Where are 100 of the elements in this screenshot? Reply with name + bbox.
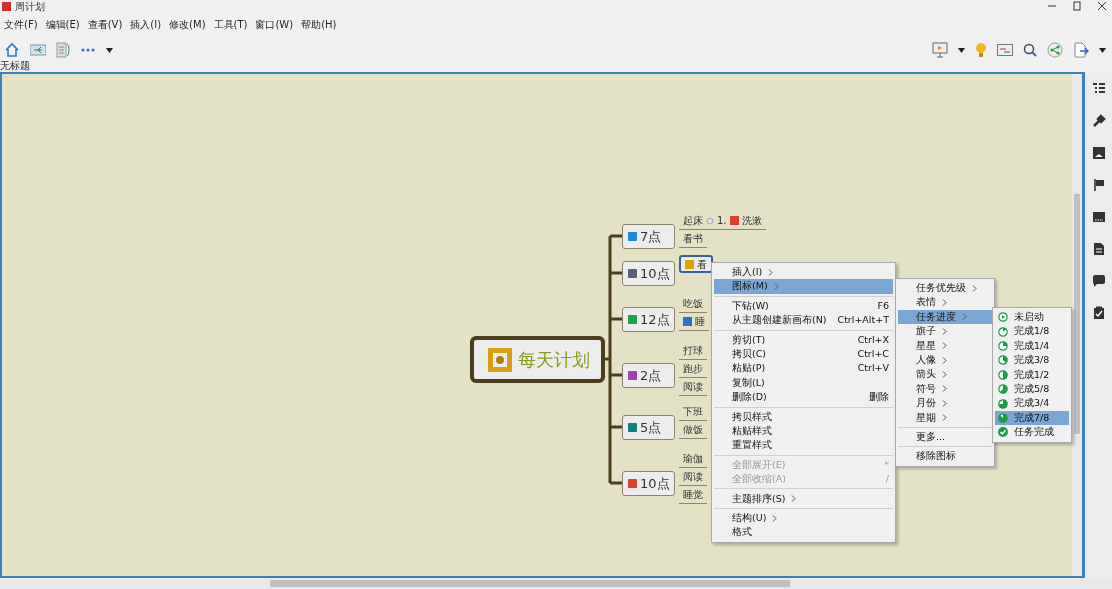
home-icon[interactable]	[4, 42, 20, 58]
menu-item[interactable]: 粘贴样式	[714, 423, 893, 439]
menu-item[interactable]: 拷贝样式	[714, 409, 893, 424]
document-tab[interactable]: 无标题	[0, 58, 30, 73]
scrollbar-thumb[interactable]	[270, 580, 790, 587]
menu-item[interactable]: 移除图标	[898, 449, 992, 464]
outline-icon[interactable]	[1091, 82, 1106, 96]
progress-pie-icon	[998, 340, 1008, 351]
brush-icon[interactable]	[1091, 114, 1106, 128]
subtopic[interactable]: 打球	[679, 342, 707, 360]
caret-icon[interactable]	[1098, 47, 1106, 53]
menu-item[interactable]: 图标(M)	[714, 279, 893, 294]
topic-node[interactable]: 2点	[622, 363, 675, 388]
menu-item[interactable]: 完成1/2	[995, 367, 1069, 382]
progress-pie-icon	[998, 398, 1008, 409]
topic-node[interactable]: 10点	[622, 261, 675, 286]
progress-pie-icon	[998, 326, 1008, 337]
note-icon[interactable]	[1091, 242, 1106, 256]
menu-item[interactable]: 完成1/8	[995, 324, 1069, 339]
subtopic[interactable]: 瑜伽	[679, 450, 707, 468]
menu-item[interactable]: 箭头	[898, 367, 992, 382]
menu-item[interactable]: 完成5/8	[995, 381, 1069, 397]
progress-pie-icon	[998, 355, 1008, 366]
subtopic[interactable]: 阅读	[679, 468, 707, 486]
subtopic[interactable]: 看	[679, 255, 713, 273]
menu-item[interactable]: 完成3/4	[995, 396, 1069, 411]
menu-item[interactable]: 更多...	[898, 429, 992, 445]
menu-item[interactable]: 插入(I)	[126, 16, 166, 32]
menu-item[interactable]: 修改(M)	[165, 16, 210, 32]
progress-pie-icon	[998, 412, 1008, 423]
app-icon	[2, 1, 11, 11]
menu-item[interactable]: 查看(V)	[83, 16, 127, 32]
menu-item[interactable]: 插入(I)	[714, 265, 893, 280]
menu-item[interactable]: 符号	[898, 381, 992, 397]
menu-item[interactable]: 结构(U)	[714, 510, 893, 526]
search-icon[interactable]	[1022, 43, 1037, 57]
subtopic-label[interactable]: 洗漱	[741, 213, 762, 228]
menu-item[interactable]: 表情	[898, 295, 992, 310]
topic-node[interactable]: 7点	[622, 224, 675, 249]
clipboard-check-icon[interactable]	[1091, 306, 1106, 320]
menu-item[interactable]: 完成7/8	[995, 410, 1069, 426]
progress-pie-icon	[998, 369, 1008, 380]
branch-icon[interactable]	[30, 44, 46, 56]
subtopic[interactable]: 睡	[679, 313, 709, 331]
menu-item[interactable]: 编辑(E)	[41, 16, 84, 32]
caret-icon[interactable]	[957, 47, 965, 53]
menu-item[interactable]: 工具(T)	[209, 16, 252, 32]
menu-item[interactable]: 帮助(H)	[297, 16, 341, 32]
restore-icon[interactable]	[1072, 1, 1082, 11]
subtopic[interactable]: 看书	[679, 230, 707, 248]
comment-icon[interactable]	[1091, 274, 1106, 288]
menu-item[interactable]: 拷贝(C) Ctrl+C	[714, 346, 893, 362]
subtopic[interactable]: 吃饭	[679, 295, 707, 313]
menu-item[interactable]: 任务优先级	[898, 281, 992, 296]
play-icon	[998, 312, 1008, 323]
subtopic[interactable]: 做饭	[679, 421, 707, 439]
subtopic[interactable]: 睡觉	[679, 486, 707, 504]
menu-item[interactable]: 未启动	[995, 310, 1069, 325]
caret-icon[interactable]	[106, 47, 113, 53]
topic-node[interactable]: 10点	[622, 471, 675, 496]
menu-item[interactable]: 星星	[898, 338, 992, 353]
panel-icon[interactable]	[996, 44, 1013, 56]
share-icon[interactable]	[1046, 42, 1063, 58]
subtopic[interactable]: 阅读	[679, 378, 707, 396]
image-icon[interactable]	[1091, 146, 1106, 160]
progress-pie-icon	[998, 384, 1008, 395]
scrollbar-thumb[interactable]	[1074, 194, 1080, 434]
lightbulb-icon[interactable]	[974, 42, 987, 58]
menu-item[interactable]: 下钻(W) F6	[714, 298, 893, 314]
menu-item[interactable]: 完成3/8	[995, 353, 1069, 368]
text-style-icon[interactable]	[1091, 210, 1106, 224]
more-icon[interactable]	[80, 47, 96, 53]
menu-item[interactable]: 任务完成	[995, 425, 1069, 440]
menu-item[interactable]: 任务进度	[898, 309, 992, 325]
flag-icon[interactable]	[1091, 178, 1106, 192]
subtopic[interactable]: 下班	[679, 403, 707, 421]
menu-item[interactable]: 剪切(T) Ctrl+X	[714, 332, 893, 347]
menu-item[interactable]: 重置样式	[714, 438, 893, 453]
menu-item[interactable]: 从主题创建新画布(N) Ctrl+Alt+T	[714, 313, 893, 328]
subtopic[interactable]: 跑步	[679, 360, 707, 378]
subtopic[interactable]: 起床 1. 洗漱	[679, 212, 766, 230]
menu-item[interactable]: 窗口(W)	[251, 16, 298, 32]
export-icon[interactable]	[1072, 42, 1089, 58]
presentation-icon[interactable]	[931, 42, 948, 58]
close-icon[interactable]	[1097, 1, 1107, 11]
menu-item[interactable]: 旗子	[898, 324, 992, 339]
menu-item[interactable]: 删除(D) 删除	[714, 390, 893, 405]
menu-item[interactable]: 月份	[898, 396, 992, 411]
menu-item[interactable]: 格式	[714, 525, 893, 540]
checklist-icon	[488, 347, 512, 372]
menu-item[interactable]: 人像	[898, 352, 992, 368]
menu-item[interactable]: 粘贴(P) Ctrl+V	[714, 361, 893, 376]
subtopic-label[interactable]: 起床	[683, 213, 703, 228]
menu-item[interactable]: 完成1/4	[995, 338, 1069, 354]
menu-item[interactable]: 复制(L)	[714, 375, 893, 391]
menu-item[interactable]: 星期	[898, 410, 992, 425]
menu-item[interactable]: 主题排序(S)	[714, 491, 893, 506]
topic-node[interactable]: 12点	[622, 307, 675, 332]
topic-node[interactable]: 5点	[622, 415, 675, 440]
menu-item[interactable]: 文件(F)	[0, 16, 42, 32]
